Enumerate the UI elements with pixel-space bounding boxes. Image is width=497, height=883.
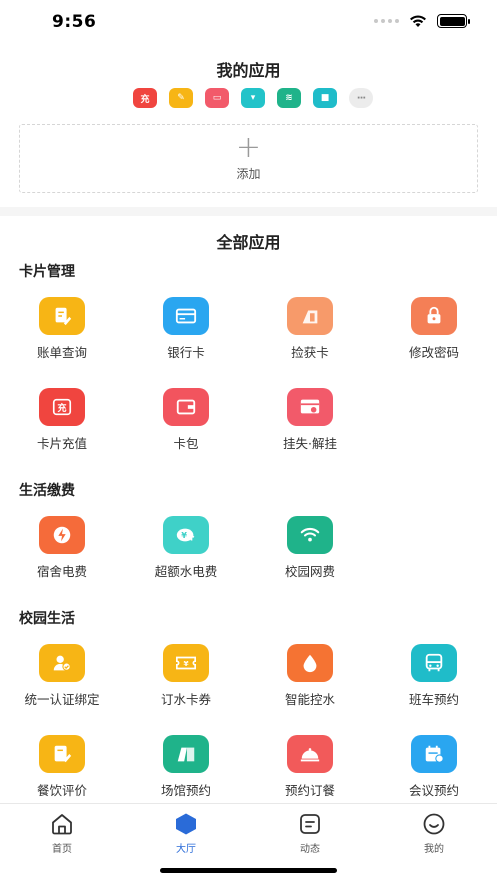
wifi-icon[interactable]: ≋: [277, 88, 301, 108]
found-card-icon: [287, 297, 333, 335]
app-dining[interactable]: 预约订餐: [248, 735, 372, 799]
coupon-icon: ¥: [163, 644, 209, 682]
app-water-electric-fee[interactable]: ¥ 超额水电费: [124, 516, 248, 580]
app-review[interactable]: 餐饮评价: [0, 735, 124, 799]
dining-icon: [287, 735, 333, 773]
app-label: 捡获卡: [291, 345, 329, 360]
section-divider: [0, 207, 497, 216]
app-user-verify[interactable]: 统一认证绑定: [0, 644, 124, 708]
app-label: 挂失·解挂: [283, 436, 337, 451]
app-meeting[interactable]: 会议预约: [372, 735, 496, 799]
my-apps-shortcuts: 充 ✎ ▭ ▾ ≋ ■ ···: [133, 88, 373, 108]
home-indicator: [160, 868, 337, 873]
tab-hall-label: 大厅: [176, 844, 196, 855]
app-label: 卡包: [173, 436, 199, 451]
signal-icon: [374, 19, 399, 23]
tab-home-label: 首页: [52, 844, 72, 855]
my-apps-title: 我的应用: [216, 61, 281, 80]
app-label: 宿舍电费: [36, 564, 87, 579]
app-label: 场馆预约: [160, 783, 211, 798]
svg-text:¥: ¥: [181, 530, 187, 540]
recharge-icon: 充: [39, 388, 85, 426]
tab-profile[interactable]: 我的: [372, 812, 496, 855]
plus-icon: +: [235, 130, 262, 165]
app-recharge[interactable]: 充卡片充值: [0, 388, 124, 452]
bank-card-icon: [163, 297, 209, 335]
hall-icon: [176, 813, 196, 835]
water-electric-fee-icon: ¥: [163, 516, 209, 554]
status-bar: 9:56: [0, 0, 497, 46]
status-time: 9:56: [52, 12, 97, 32]
profile-icon: [423, 813, 445, 835]
app-lock[interactable]: 修改密码: [372, 297, 496, 361]
report-loss-icon: [287, 388, 333, 426]
meeting-icon: [411, 735, 457, 773]
bill-icon[interactable]: ✎: [169, 88, 193, 108]
bus-icon[interactable]: ■: [313, 88, 337, 108]
app-label: 卡片充值: [36, 436, 87, 451]
app-label: 班车预约: [408, 692, 459, 707]
app-bus[interactable]: 班车预约: [372, 644, 496, 708]
app-label: 统一认证绑定: [24, 692, 100, 707]
app-report-loss[interactable]: 挂失·解挂: [248, 388, 372, 452]
section-title-life: 生活缴费: [19, 483, 75, 499]
app-coupon[interactable]: ¥ 订水卡券: [124, 644, 248, 708]
add-app-label: 添加: [236, 167, 261, 181]
news-icon: [300, 814, 320, 834]
recharge-icon[interactable]: 充: [133, 88, 157, 108]
report-loss-icon[interactable]: ▭: [205, 88, 229, 108]
app-label: 修改密码: [408, 345, 459, 360]
water-drop-icon: [287, 644, 333, 682]
app-label: 账单查询: [36, 345, 87, 360]
section-title-card: 卡片管理: [19, 264, 75, 280]
tab-home[interactable]: 首页: [0, 812, 124, 855]
battery-icon: [437, 14, 470, 28]
app-wifi[interactable]: 校园网费: [248, 516, 372, 580]
app-label: 超额水电费: [154, 564, 218, 579]
app-found-card[interactable]: 捡获卡: [248, 297, 372, 361]
review-icon: [39, 735, 85, 773]
shopping-icon[interactable]: ▾: [241, 88, 265, 108]
app-label: 会议预约: [408, 783, 459, 798]
app-electricity[interactable]: 宿舍电费: [0, 516, 124, 580]
bill-query-icon: [39, 297, 85, 335]
app-label: 智能控水: [284, 692, 335, 707]
app-wallet[interactable]: 卡包: [124, 388, 248, 452]
app-bill-query[interactable]: 账单查询: [0, 297, 124, 361]
app-label: 订水卡券: [160, 692, 211, 707]
status-indicators: [374, 14, 470, 28]
app-label: 餐饮评价: [36, 783, 87, 798]
wifi-status-icon: [410, 15, 426, 27]
lock-icon: [411, 297, 457, 335]
app-label: 预约订餐: [284, 783, 335, 798]
svg-text:¥: ¥: [183, 659, 189, 668]
home-icon: [52, 814, 72, 835]
wifi-icon: [287, 516, 333, 554]
user-verify-icon: [39, 644, 85, 682]
app-bank-card[interactable]: 银行卡: [124, 297, 248, 361]
svg-text:充: 充: [57, 402, 66, 414]
electricity-icon: [39, 516, 85, 554]
app-label: 校园网费: [284, 564, 335, 579]
bus-icon: [411, 644, 457, 682]
tab-hall[interactable]: 大厅: [124, 812, 248, 855]
venue-icon: [163, 735, 209, 773]
app-venue[interactable]: 场馆预约: [124, 735, 248, 799]
all-apps-title: 全部应用: [216, 233, 281, 252]
app-label: 银行卡: [167, 345, 205, 360]
add-app-button[interactable]: + 添加: [19, 124, 478, 193]
tab-news-label: 动态: [300, 844, 320, 855]
section-title-campus: 校园生活: [19, 611, 75, 627]
tab-news[interactable]: 动态: [248, 812, 372, 855]
wallet-icon: [163, 388, 209, 426]
more-icon[interactable]: ···: [349, 88, 373, 108]
tab-profile-label: 我的: [424, 844, 444, 855]
app-water-drop[interactable]: 智能控水: [248, 644, 372, 708]
